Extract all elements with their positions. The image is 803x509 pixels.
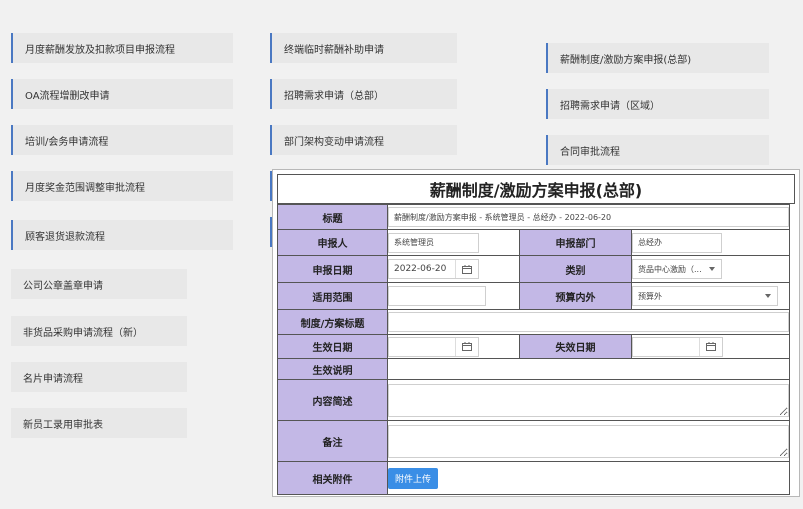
upload-attachment-button[interactable]: 附件上传 (388, 467, 439, 489)
menu-item-org-change[interactable]: 部门架构变动申请流程 (270, 125, 457, 155)
category-label: 类别 (519, 255, 632, 283)
budget-select[interactable]: 预算外 (632, 286, 778, 306)
scope-label: 适用范围 (277, 282, 388, 310)
subject-field[interactable]: 薪酬制度/激励方案申报 - 系统管理员 - 总经办 - 2022-06-20 (388, 207, 790, 227)
category-select[interactable]: 货品中心激励（... (632, 259, 722, 279)
menu-item-recruit-hq[interactable]: 招聘需求申请（总部） (270, 79, 457, 109)
menu-item-contract-approval[interactable]: 合同审批流程 (546, 135, 769, 165)
scope-field[interactable] (388, 286, 486, 306)
budget-label: 预算内外 (519, 282, 632, 310)
apply-date-value: 2022-06-20 (394, 264, 447, 274)
applicant-field[interactable]: 系统管理员 (388, 232, 479, 253)
expiry-date-field[interactable] (632, 336, 723, 357)
attachments-label: 相关附件 (277, 461, 388, 495)
menu-item-new-hire[interactable]: 新员工录用审批表 (11, 408, 187, 438)
menu-item-salary-payout[interactable]: 月度薪酬发放及扣款项目申报流程 (11, 33, 233, 63)
expiry-date-label: 失效日期 (519, 334, 632, 359)
menu-item-customer-refund[interactable]: 顾客退货退款流程 (11, 220, 233, 250)
applicant-label: 申报人 (277, 229, 388, 256)
menu-item-bonus-adjust[interactable]: 月度奖金范围调整审批流程 (11, 171, 233, 201)
remarks-label: 备注 (277, 420, 388, 462)
application-form-panel: 薪酬制度/激励方案申报(总部) 标题 薪酬制度/激励方案申报 - 系统管理员 -… (272, 169, 800, 497)
menu-item-temp-subsidy[interactable]: 终端临时薪酬补助申请 (270, 33, 457, 63)
chevron-down-icon (709, 267, 715, 271)
plan-title-field[interactable] (388, 312, 790, 332)
effective-date-field[interactable] (388, 336, 479, 357)
form-title: 薪酬制度/激励方案申报(总部) (277, 174, 795, 204)
department-label: 申报部门 (519, 229, 632, 256)
menu-item-salary-scheme-hq[interactable]: 薪酬制度/激励方案申报(总部) (546, 43, 769, 73)
summary-label: 内容简述 (277, 379, 388, 421)
department-field[interactable]: 总经办 (632, 232, 722, 253)
menu-item-non-goods-purchase[interactable]: 非货品采购申请流程（新） (11, 316, 187, 346)
chevron-down-icon (765, 294, 771, 298)
plan-title-label: 制度/方案标题 (277, 309, 388, 335)
category-value: 货品中心激励（... (638, 264, 702, 274)
menu-item-recruit-region[interactable]: 招聘需求申请（区域） (546, 89, 769, 119)
effective-date-label: 生效日期 (277, 334, 388, 359)
menu-item-seal-request[interactable]: 公司公章盖章申请 (11, 269, 187, 299)
budget-value: 预算外 (638, 291, 662, 301)
calendar-icon[interactable] (699, 337, 722, 356)
menu-item-business-card[interactable]: 名片申请流程 (11, 362, 187, 392)
summary-textarea[interactable] (388, 383, 790, 417)
menu-item-oa-process[interactable]: OA流程增删改申请 (11, 79, 233, 109)
calendar-icon[interactable] (455, 260, 478, 278)
subject-label: 标题 (277, 204, 388, 230)
calendar-icon[interactable] (455, 337, 478, 356)
menu-item-training[interactable]: 培训/会务申请流程 (11, 125, 233, 155)
effective-note-field[interactable] (386, 358, 791, 380)
remarks-textarea[interactable] (388, 424, 790, 458)
apply-date-field[interactable]: 2022-06-20 (388, 259, 479, 279)
application-form-table: 标题 薪酬制度/激励方案申报 - 系统管理员 - 总经办 - 2022-06-2… (277, 204, 791, 495)
effective-note-label: 生效说明 (277, 358, 388, 380)
apply-date-label: 申报日期 (277, 255, 388, 283)
